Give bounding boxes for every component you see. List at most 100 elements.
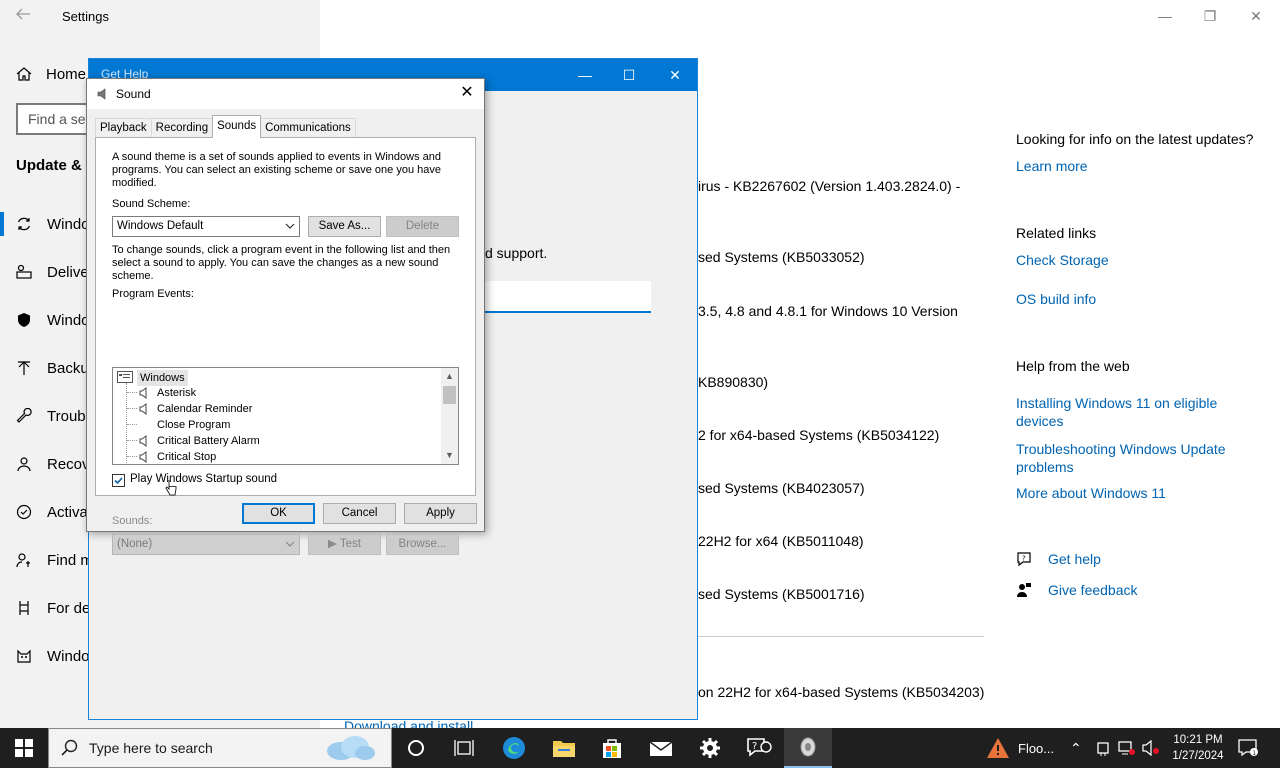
file-explorer-app[interactable]	[540, 728, 588, 768]
update-line: 2 for x64-based Systems (KB5034122)	[698, 427, 940, 443]
sound-scheme-select[interactable]: Windows Default	[112, 216, 300, 237]
restore-button[interactable]: ❐	[1200, 6, 1220, 26]
update-line: 3.5, 4.8 and 4.8.1 for Windows 10 Versio…	[698, 303, 958, 319]
taskbar: Type here to search ? Floo... ⌃ 10:21 PM…	[0, 728, 1280, 768]
scroll-up-icon[interactable]: ▲	[441, 368, 458, 385]
related-links-heading: Related links	[1016, 225, 1097, 241]
divider	[698, 636, 984, 637]
startup-sound-checkbox[interactable]	[112, 474, 125, 487]
tray-icon-volume[interactable]	[1142, 728, 1160, 768]
tab-playback[interactable]: Playback	[95, 118, 152, 138]
event-item[interactable]: Critical Stop	[157, 449, 216, 464]
sounds-value: (None)	[117, 538, 153, 550]
shield-icon	[18, 313, 30, 327]
speaker-small-icon	[139, 387, 147, 399]
tray-icon-network[interactable]	[1118, 728, 1136, 768]
wrench-icon	[16, 408, 32, 423]
web-link-troubleshoot[interactable]: Troubleshooting Windows Update problems	[1016, 440, 1246, 476]
tree-branch	[127, 392, 137, 393]
give-feedback-item[interactable]: Give feedback	[1016, 582, 1138, 598]
help-from-web-heading: Help from the web	[1016, 358, 1130, 374]
close-button[interactable]: ✕	[1246, 6, 1266, 26]
program-events-list[interactable]: Windows Asterisk Calendar Reminder Close…	[112, 367, 459, 465]
web-link-install-win11[interactable]: Installing Windows 11 on eligible device…	[1016, 394, 1246, 430]
events-scrollbar[interactable]: ▲ ▼	[441, 368, 458, 464]
developer-icon	[19, 601, 29, 615]
tray-app-floo[interactable]: Floo...	[986, 728, 1054, 768]
event-item[interactable]: Calendar Reminder	[157, 401, 252, 417]
help-chat-icon: ?	[747, 738, 772, 757]
get-help-search-input[interactable]	[485, 281, 651, 313]
minimize-button[interactable]: —	[1155, 6, 1175, 26]
action-center-button[interactable]: 1	[1238, 728, 1258, 768]
back-arrow-icon[interactable]	[14, 5, 34, 25]
mail-envelope-icon	[649, 741, 673, 756]
speaker-small-icon	[139, 435, 147, 447]
event-item[interactable]: Close Program	[157, 417, 230, 433]
svg-text:1: 1	[1252, 750, 1256, 757]
taskbar-clock[interactable]: 10:21 PM 1/27/2024	[1166, 732, 1230, 764]
save-as-button[interactable]: Save As...	[308, 216, 381, 237]
home-nav-item[interactable]: Home	[16, 62, 86, 86]
network-icon	[1118, 741, 1135, 755]
event-item[interactable]: Critical Battery Alarm	[157, 433, 260, 449]
give-feedback-link[interactable]: Give feedback	[1048, 582, 1138, 598]
tray-overflow-button[interactable]: ⌃	[1070, 728, 1082, 768]
tray-icon-network-device[interactable]	[1096, 728, 1110, 768]
chevron-down-icon	[285, 223, 295, 229]
task-view-button[interactable]	[440, 728, 488, 768]
scroll-down-icon[interactable]: ▼	[441, 447, 458, 464]
update-line: KB890830)	[698, 374, 769, 390]
browse-button[interactable]: Browse...	[386, 534, 459, 555]
check-storage-link[interactable]: Check Storage	[1016, 252, 1109, 268]
sound-title: Sound	[116, 87, 151, 101]
tab-communications[interactable]: Communications	[260, 118, 356, 138]
taskbar-search-box[interactable]: Type here to search	[48, 728, 392, 768]
cortana-button[interactable]	[392, 728, 440, 768]
chevron-down-icon	[285, 541, 295, 547]
test-button[interactable]: ▶ Test	[308, 534, 381, 555]
delete-button[interactable]: Delete	[386, 216, 459, 237]
settings-app[interactable]	[686, 728, 734, 768]
event-item[interactable]: Asterisk	[157, 385, 196, 401]
tree-branch	[127, 440, 137, 441]
startup-sound-label[interactable]: Play Windows Startup sound	[130, 473, 277, 485]
sound-close-button[interactable]: ✕	[458, 84, 476, 102]
get-help-minimize-button[interactable]: —	[573, 65, 597, 85]
update-line: 22H2 for x64 (KB5011048)	[698, 533, 864, 549]
start-button[interactable]	[0, 728, 48, 768]
apply-button[interactable]: Apply	[404, 503, 477, 524]
get-help-item[interactable]: ? Get help	[1016, 551, 1101, 567]
os-build-info-link[interactable]: OS build info	[1016, 291, 1096, 307]
store-app[interactable]	[588, 728, 636, 768]
volume-muted-icon	[1142, 740, 1159, 756]
sound-tabs: Playback Recording Sounds Communications	[95, 115, 356, 138]
tab-recording[interactable]: Recording	[150, 118, 214, 138]
tree-branch	[127, 456, 137, 457]
web-link-more-win11[interactable]: More about Windows 11	[1016, 485, 1166, 501]
learn-more-link[interactable]: Learn more	[1016, 158, 1088, 174]
speaker-icon	[97, 88, 106, 100]
get-help-close-button[interactable]: ✕	[663, 65, 687, 85]
get-help-maximize-button[interactable]: ☐	[617, 65, 641, 85]
gear-icon	[700, 738, 720, 758]
sound-scheme-label: Sound Scheme:	[112, 198, 191, 210]
sync-icon	[17, 217, 31, 231]
sound-app-active[interactable]	[784, 728, 832, 768]
scroll-thumb[interactable]	[443, 386, 456, 404]
get-help-link[interactable]: Get help	[1048, 551, 1101, 567]
event-group-windows[interactable]: Windows	[137, 370, 188, 386]
cancel-button[interactable]: Cancel	[323, 503, 396, 524]
person-location-icon	[16, 553, 30, 568]
checkmark-icon	[114, 477, 123, 485]
edge-icon	[503, 737, 525, 759]
mail-app[interactable]	[637, 728, 685, 768]
ok-button[interactable]: OK	[242, 503, 315, 524]
find-setting-placeholder: Find a set	[28, 111, 90, 127]
sound-titlebar[interactable]: Sound ✕	[87, 79, 484, 109]
edge-app[interactable]	[490, 728, 538, 768]
clock-time: 10:21 PM	[1173, 734, 1223, 746]
tab-sounds[interactable]: Sounds	[212, 115, 262, 138]
sounds-select[interactable]: (None)	[112, 534, 300, 555]
get-help-app[interactable]: ?	[735, 728, 783, 768]
